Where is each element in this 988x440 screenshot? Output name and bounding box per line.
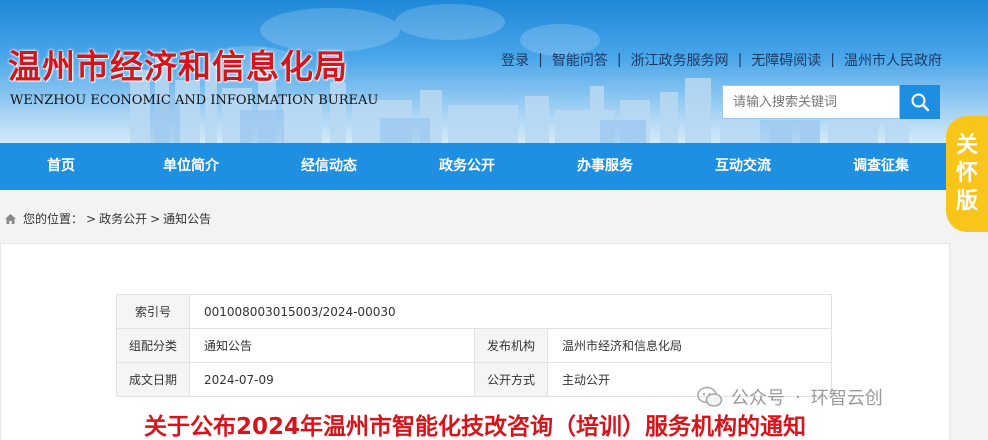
nav-interaction[interactable]: 互动交流 — [674, 143, 812, 190]
document-meta-table: 索引号 001008003015003/2024-00030 组配分类 通知公告… — [116, 294, 832, 397]
breadcrumb-separator: > — [150, 211, 161, 226]
nav-survey[interactable]: 调查征集 — [812, 143, 950, 190]
breadcrumb-item-gov-affairs[interactable]: 政务公开 — [99, 210, 147, 227]
meta-label-index: 索引号 — [116, 294, 190, 329]
link-separator: | — [616, 52, 622, 68]
search-input[interactable] — [722, 85, 900, 119]
nav-gov-affairs[interactable]: 政务公开 — [398, 143, 536, 190]
breadcrumb: 您的位置： > 政务公开 > 通知公告 — [4, 210, 211, 227]
breadcrumb-label: 您的位置： — [23, 212, 84, 226]
meta-value-publisher: 温州市经济和信息化局 — [547, 328, 832, 363]
wenzhou-gov-link[interactable]: 温州市人民政府 — [844, 50, 942, 70]
nav-services[interactable]: 办事服务 — [536, 143, 674, 190]
breadcrumb-item-notices[interactable]: 通知公告 — [163, 210, 211, 227]
smart-qa-link[interactable]: 智能问答 — [552, 50, 608, 70]
home-icon — [4, 213, 17, 225]
site-logo-english: WENZHOU ECONOMIC AND INFORMATION BUREAU — [10, 93, 379, 108]
link-separator: | — [538, 52, 543, 68]
care-mode-char: 怀 — [955, 161, 978, 186]
site-header: 温州市经济和信息化局 WENZHOU ECONOMIC AND INFORMAT… — [0, 0, 988, 143]
nav-news[interactable]: 经信动态 — [260, 143, 398, 190]
meta-label-category: 组配分类 — [116, 328, 190, 363]
table-row: 索引号 001008003015003/2024-00030 — [116, 294, 832, 329]
main-nav: 首页 单位简介 经信动态 政务公开 办事服务 互动交流 调查征集 — [0, 143, 988, 190]
document-title: 关于公布2024年温州市智能化技改咨询（培训）服务机构的通知 — [143, 414, 806, 440]
site-logo-chinese[interactable]: 温州市经济和信息化局 — [8, 40, 348, 88]
zj-gov-service-link[interactable]: 浙江政务服务网 — [631, 50, 729, 70]
nav-home[interactable]: 首页 — [0, 143, 122, 190]
breadcrumb-separator: > — [86, 211, 97, 226]
table-row: 组配分类 通知公告 发布机构 温州市经济和信息化局 — [116, 328, 832, 363]
meta-value-date: 2024-07-09 — [189, 362, 475, 397]
meta-label-date: 成文日期 — [116, 362, 190, 397]
meta-label-publisher: 发布机构 — [474, 328, 548, 363]
accessibility-link[interactable]: 无障碍阅读 — [751, 50, 821, 70]
care-mode-char: 版 — [955, 189, 978, 214]
meta-value-category: 通知公告 — [189, 328, 475, 363]
search-icon — [911, 93, 930, 112]
meta-label-disclosure: 公开方式 — [474, 362, 548, 397]
top-links: 登录 | 智能问答 | 浙江政务服务网 | 无障碍阅读 | 温州市人民政府 — [501, 50, 942, 70]
watermark-separator: · — [795, 386, 801, 408]
search-bar — [722, 85, 940, 119]
care-mode-char: 关 — [955, 133, 978, 158]
care-mode-button[interactable]: 关 怀 版 — [946, 116, 988, 232]
search-button[interactable] — [900, 85, 940, 119]
login-link[interactable]: 登录 — [501, 50, 529, 70]
meta-value-index: 001008003015003/2024-00030 — [189, 294, 832, 329]
wechat-icon — [697, 386, 723, 407]
nav-about[interactable]: 单位简介 — [122, 143, 260, 190]
link-separator: | — [830, 52, 835, 68]
link-separator: | — [737, 52, 743, 68]
